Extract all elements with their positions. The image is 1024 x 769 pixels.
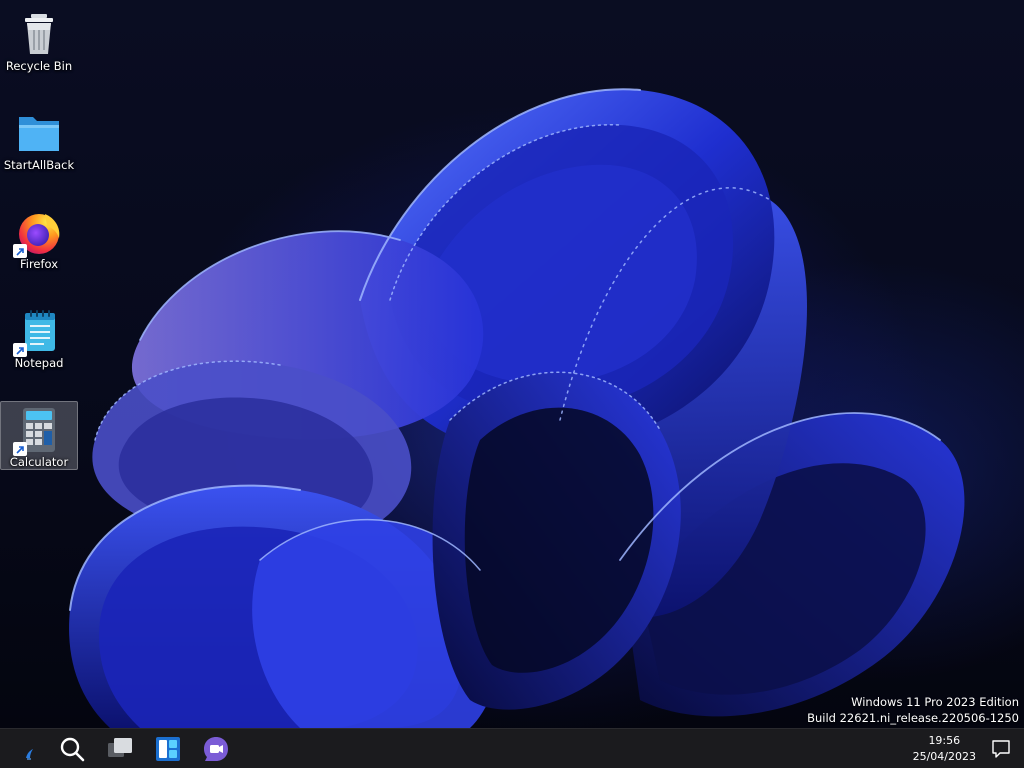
desktop[interactable]: Recycle Bin StartAllBack Firefox Notepad…: [0, 0, 1024, 728]
calculator-icon: [13, 406, 63, 456]
notepad-icon: [13, 307, 63, 357]
notification-center-button[interactable]: [990, 738, 1012, 760]
watermark-build: Build 22621.ni_release.220506-1250: [807, 711, 1019, 725]
search-icon: [60, 737, 85, 762]
desktop-icon-calculator[interactable]: Calculator: [0, 401, 78, 470]
start-button[interactable]: [14, 733, 46, 765]
shortcut-arrow-icon: [13, 442, 27, 456]
taskbar: 19:56 25/04/2023: [0, 728, 1024, 768]
chat-button[interactable]: [200, 733, 232, 765]
shortcut-arrow-icon: [13, 244, 27, 258]
search-button[interactable]: [56, 733, 88, 765]
widgets-button[interactable]: [152, 733, 184, 765]
widgets-icon: [156, 737, 180, 761]
system-clock[interactable]: 19:56 25/04/2023: [913, 733, 976, 765]
desktop-icon-label: Notepad: [14, 356, 64, 370]
folder-icon: [15, 109, 63, 157]
desktop-icon-label: Calculator: [9, 455, 69, 469]
start-icon: [26, 749, 33, 760]
desktop-icon-recycle-bin[interactable]: Recycle Bin: [1, 6, 77, 74]
desktop-icon-label: Recycle Bin: [5, 59, 73, 73]
watermark-edition: Windows 11 Pro 2023 Edition: [851, 695, 1019, 709]
desktop-icon-label: Firefox: [19, 257, 59, 271]
task-view-button[interactable]: [104, 733, 136, 765]
desktop-icon-label: StartAllBack: [3, 158, 75, 172]
recycle-bin-icon: [15, 10, 63, 58]
clock-date: 25/04/2023: [912, 750, 976, 763]
notification-icon: [992, 740, 1010, 758]
task-view-icon: [108, 738, 132, 757]
desktop-icon-startallback[interactable]: StartAllBack: [1, 105, 77, 173]
desktop-icon-notepad[interactable]: Notepad: [1, 303, 77, 371]
chat-teams-icon: [204, 737, 228, 761]
firefox-icon: [13, 208, 63, 258]
wallpaper-bloom: [69, 88, 965, 728]
clock-time: 19:56: [928, 734, 961, 747]
desktop-icon-firefox[interactable]: Firefox: [1, 204, 77, 272]
shortcut-arrow-icon: [13, 343, 27, 357]
build-watermark: Windows 11 Pro 2023 Edition Build 22621.…: [807, 694, 1019, 726]
